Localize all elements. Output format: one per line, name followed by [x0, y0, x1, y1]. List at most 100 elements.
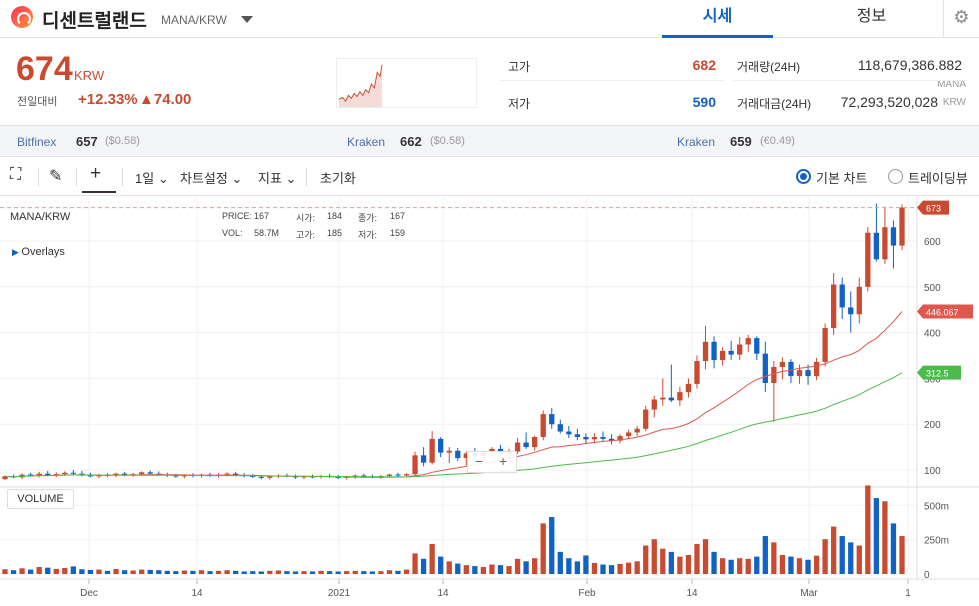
volume-bar	[506, 566, 512, 574]
candle-body	[566, 431, 572, 435]
fullscreen-icon[interactable]: ⛶	[10, 166, 21, 184]
volume-bar	[36, 567, 42, 574]
crosshair-icon[interactable]: +	[90, 163, 101, 185]
candle-body	[677, 392, 683, 401]
basic-chart-label[interactable]: 기본 차트	[816, 168, 867, 187]
volume-bar	[344, 571, 350, 574]
tool-active-indicator	[82, 191, 116, 193]
volume-bar	[591, 562, 598, 574]
coin-pair[interactable]: MANA/KRW	[161, 13, 227, 27]
volume-bar	[719, 558, 726, 574]
reset-button[interactable]: 초기화	[320, 168, 356, 187]
tradingview-radio[interactable]	[888, 169, 903, 184]
ma-short-tag: 446.067	[926, 308, 959, 318]
volume-bar	[805, 559, 811, 574]
volume-bar	[514, 558, 521, 574]
volume-bar	[651, 539, 657, 574]
volume-bar	[250, 571, 256, 574]
volume-bar	[737, 558, 743, 574]
exchange-eur: (€0.49)	[760, 135, 795, 147]
volume-tick-label: 0	[924, 570, 930, 581]
mini-price-chart	[336, 58, 477, 108]
ohlc-price: 167	[254, 211, 270, 221]
tab-info[interactable]: 정보	[816, 0, 927, 38]
exchange-name: Kraken	[677, 135, 716, 149]
volume-bar	[779, 555, 786, 574]
volume-bar	[762, 536, 768, 574]
candle-body	[856, 286, 862, 315]
exchange-price: 657	[76, 134, 98, 149]
volume-bar	[796, 558, 803, 574]
pair-dropdown-icon[interactable]	[241, 16, 253, 23]
x-tick-label: 14	[437, 588, 449, 599]
volume-tick-label: 250m	[924, 536, 949, 547]
volume-bar	[754, 556, 760, 574]
candle-body	[45, 473, 51, 476]
volume-indicator-label[interactable]: VOLUME	[7, 489, 74, 509]
volume-bar	[480, 567, 487, 574]
period-select[interactable]: 1일 ⌄	[135, 168, 169, 187]
divider	[306, 168, 307, 186]
volume-bar	[711, 551, 717, 574]
pencil-icon[interactable]: ✎	[49, 166, 62, 186]
indicators-menu[interactable]: 지표 ⌄	[258, 168, 296, 187]
candle-body	[224, 473, 230, 475]
amount-label: 거래대금(24H)	[737, 97, 812, 111]
candle-body	[600, 437, 606, 439]
tradingview-label[interactable]: 트레이딩뷰	[908, 168, 968, 187]
volume-bar	[96, 569, 102, 574]
zoom-out-icon[interactable]: −	[475, 453, 483, 469]
gear-icon[interactable]: ⚙	[943, 0, 979, 38]
change-label: 전일대비	[17, 96, 58, 108]
zoom-in-icon[interactable]: +	[499, 453, 507, 469]
x-tick-label: 14	[191, 588, 203, 599]
volume-label: 거래량(24H)	[737, 60, 801, 74]
current-price: 674	[16, 50, 73, 88]
volume-bar	[839, 536, 845, 574]
volume-bar	[412, 553, 418, 574]
overlays-toggle[interactable]: Overlays	[12, 246, 64, 258]
divider	[122, 168, 123, 186]
candle-body	[532, 437, 538, 448]
y-tick-label: 600	[924, 237, 941, 248]
candle-body	[745, 338, 751, 345]
x-tick-label: Dec	[80, 588, 98, 599]
volume-bar	[70, 566, 76, 574]
volume-bar	[600, 564, 606, 574]
chart-settings-menu[interactable]: 차트설정 ⌄	[180, 168, 242, 187]
volume-bar	[386, 570, 393, 574]
candle-body	[420, 455, 427, 463]
candle-body	[737, 344, 743, 355]
candle-body	[591, 437, 598, 440]
candlestick-chart[interactable]: Dec 14 2021 14 Feb 14 Mar 110020030040050060002…	[0, 197, 979, 606]
volume-bar	[352, 570, 358, 574]
volume-bar	[139, 569, 145, 574]
tab-price[interactable]: 시세	[662, 0, 773, 38]
candle-body	[660, 397, 666, 400]
header-bar: 디센트럴랜드 MANA/KRW 시세 정보 ⚙	[0, 0, 979, 38]
volume-bar	[497, 565, 504, 574]
x-tick-label: 14	[686, 588, 698, 599]
volume-bar	[275, 570, 282, 574]
zoom-controls[interactable]: − +	[467, 451, 517, 473]
price-chart[interactable]: Dec 14 2021 14 Feb 14 Mar 1 100 200 300 400 500 600 0 2…	[0, 197, 979, 606]
volume-bar	[625, 562, 632, 574]
volume-bar	[173, 571, 179, 574]
basic-chart-radio[interactable]	[796, 169, 811, 184]
volume-bar	[403, 569, 410, 574]
ohlc-close-label: 종가:	[358, 213, 378, 223]
volume-bar	[890, 523, 897, 574]
candle-body	[831, 284, 837, 329]
candle-body	[557, 424, 563, 432]
volume-bar	[361, 571, 367, 574]
volume-bar	[45, 567, 51, 574]
divider	[733, 80, 966, 81]
volume-bar	[215, 570, 222, 574]
volume-bar	[685, 555, 692, 574]
mana-logo-icon	[11, 6, 33, 28]
high-label: 고가	[508, 60, 531, 74]
price-unit: KRW	[74, 68, 105, 83]
candle-body	[788, 361, 794, 377]
volume-bar	[540, 523, 546, 574]
ma-short-line	[4, 311, 903, 478]
